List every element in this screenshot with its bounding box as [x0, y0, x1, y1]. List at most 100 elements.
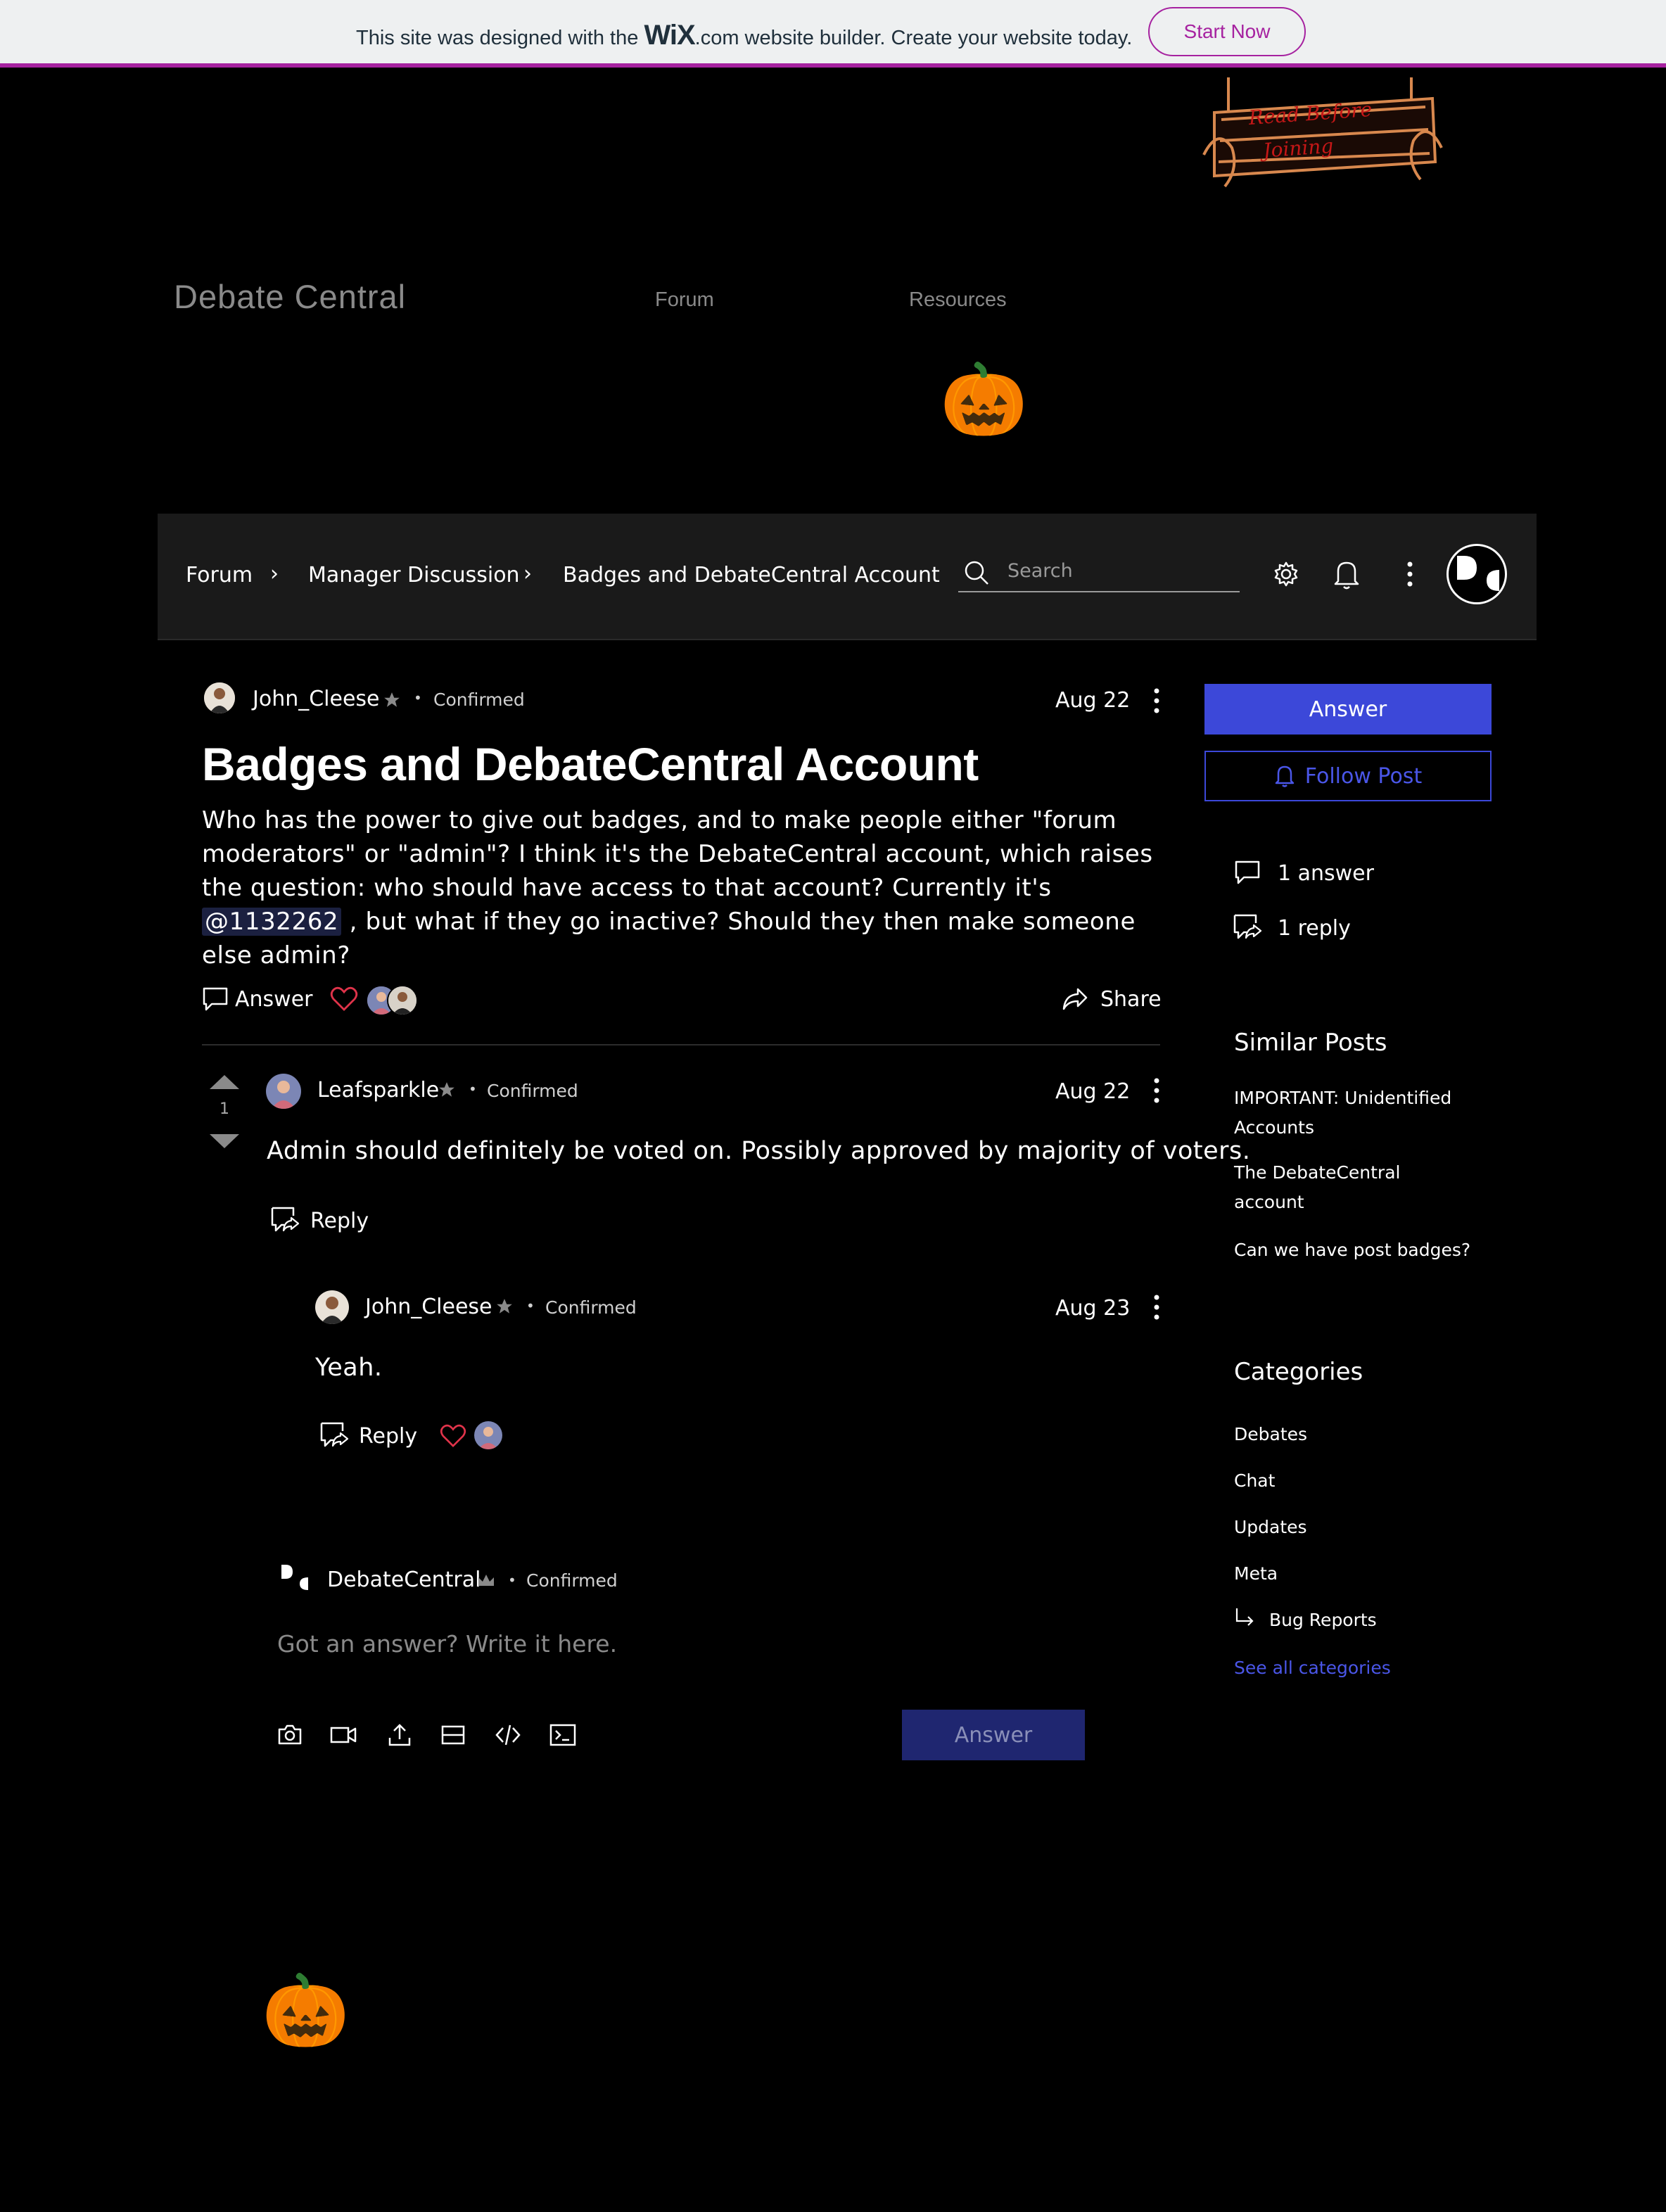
post-title: Badges and DebateCentral Account	[202, 738, 979, 790]
comment-icon[interactable]	[202, 986, 229, 1012]
similar-posts-heading: Similar Posts	[1234, 1029, 1387, 1057]
category-link[interactable]: Meta	[1234, 1559, 1473, 1589]
person-icon	[474, 1421, 502, 1449]
upvote-arrow-icon[interactable]	[208, 1074, 241, 1091]
breadcrumb-forum[interactable]: Forum	[186, 563, 253, 587]
bell-icon	[1275, 765, 1295, 787]
similar-post-link[interactable]: IMPORTANT: Unidentified Accounts	[1234, 1083, 1473, 1143]
person-icon	[266, 1074, 301, 1109]
reply-author-avatar[interactable]	[315, 1290, 349, 1324]
composer-author-name: DebateCentral	[327, 1568, 481, 1592]
site-title[interactable]: Debate Central	[174, 277, 406, 316]
bell-icon[interactable]	[1331, 557, 1362, 591]
liker-avatar[interactable]	[387, 985, 418, 1016]
share-action[interactable]: Share	[1100, 987, 1162, 1012]
post-answer-action[interactable]: Answer	[235, 987, 313, 1012]
category-link[interactable]: Debates	[1234, 1420, 1473, 1449]
post-author-status: Confirmed	[433, 689, 525, 710]
breadcrumb-chevron-icon: ›	[270, 561, 279, 586]
person-icon	[204, 682, 235, 713]
wix-promo-banner: This site was designed with the WiX.com …	[0, 0, 1666, 68]
search-input[interactable]	[1006, 556, 1234, 585]
subcategory-link[interactable]: Bug Reports	[1269, 1606, 1508, 1635]
answer-author-name[interactable]: Leafsparkle	[317, 1078, 439, 1102]
upload-icon[interactable]	[386, 1721, 414, 1749]
post-divider	[202, 1044, 1160, 1045]
search-box	[958, 553, 1240, 592]
code-block-icon[interactable]	[549, 1721, 577, 1749]
answer-more-options-icon[interactable]	[1150, 1076, 1164, 1105]
vote-count: 1	[220, 1100, 229, 1118]
star-badge-icon	[497, 1299, 512, 1314]
breadcrumb-current-post: Badges and DebateCentral Account	[563, 563, 940, 587]
forum-toolbar: Forum › Manager Discussion › Badges and …	[158, 514, 1537, 640]
downvote-arrow-icon[interactable]	[208, 1133, 241, 1150]
answer-date: Aug 22	[1055, 1079, 1131, 1104]
wix-logo: WiX	[644, 20, 695, 51]
comment-icon	[1235, 860, 1260, 884]
categories-heading: Categories	[1234, 1358, 1363, 1386]
post-author-name[interactable]: John_Cleese	[253, 687, 380, 711]
reply-reply-action[interactable]: Reply	[359, 1424, 417, 1449]
breadcrumb-manager-discussion[interactable]: Manager Discussion	[308, 563, 520, 587]
replies-count: 1 reply	[1278, 916, 1351, 941]
see-all-categories-link[interactable]: See all categories	[1234, 1658, 1391, 1678]
crown-icon	[478, 1575, 494, 1586]
reply-icon[interactable]	[270, 1206, 301, 1234]
post-date: Aug 22	[1055, 688, 1131, 713]
reply-more-options-icon[interactable]	[1150, 1293, 1164, 1321]
answer-author-status: Confirmed	[487, 1081, 578, 1101]
heart-icon[interactable]	[329, 986, 359, 1012]
person-icon	[388, 986, 416, 1015]
person-icon	[315, 1290, 349, 1324]
reply-text: Yeah.	[315, 1354, 383, 1382]
reply-icon[interactable]	[319, 1421, 350, 1449]
answer-reply-action[interactable]: Reply	[310, 1209, 369, 1233]
start-now-button[interactable]: Start Now	[1148, 7, 1306, 56]
answer-composer-input[interactable]	[276, 1625, 1053, 1662]
more-options-icon[interactable]	[1404, 560, 1416, 588]
answer-button[interactable]: Answer	[1204, 684, 1492, 735]
share-icon[interactable]	[1061, 985, 1089, 1013]
category-link[interactable]: Chat	[1234, 1466, 1473, 1496]
reply-date: Aug 23	[1055, 1296, 1131, 1321]
answer-text: Admin should definitely be voted on. Pos…	[267, 1137, 1251, 1165]
camera-icon[interactable]	[276, 1721, 304, 1749]
separator-dot: •	[469, 1081, 477, 1098]
code-icon[interactable]	[494, 1721, 522, 1749]
similar-post-link[interactable]: Can we have post badges?	[1234, 1235, 1473, 1265]
pumpkin-image: 🎃	[262, 1969, 350, 2052]
separator-dot: •	[508, 1572, 516, 1589]
post-body-text-end: , but what if they go inactive? Should t…	[202, 908, 1136, 970]
composer-author-status: Confirmed	[526, 1570, 618, 1591]
category-link[interactable]: Updates	[1234, 1513, 1473, 1542]
author-avatar[interactable]	[204, 682, 235, 713]
follow-post-button[interactable]: Follow Post	[1204, 751, 1492, 801]
star-badge-icon	[384, 692, 400, 707]
answers-count: 1 answer	[1278, 861, 1374, 886]
subcategory-arrow-icon	[1235, 1608, 1254, 1626]
follow-post-label: Follow Post	[1304, 763, 1423, 789]
wix-promo-text: This site was designed with the WiX.com …	[356, 20, 1132, 51]
reply-author-name[interactable]: John_Cleese	[365, 1295, 492, 1319]
reply-icon	[1233, 914, 1262, 939]
user-mention-link[interactable]: @1132262	[202, 908, 342, 936]
read-before-joining-sign-image[interactable]: Read Before Joining	[1200, 70, 1445, 197]
user-avatar[interactable]	[1446, 544, 1507, 604]
heart-icon[interactable]	[439, 1424, 467, 1448]
post-more-options-icon[interactable]	[1150, 687, 1164, 715]
submit-answer-button[interactable]: Answer	[902, 1710, 1085, 1760]
top-nav-forum[interactable]: Forum	[655, 288, 714, 312]
debatecentral-logo-icon	[1457, 556, 1499, 591]
answer-author-avatar[interactable]	[266, 1074, 301, 1109]
pumpkin-image: 🎃	[940, 358, 1028, 440]
gear-icon[interactable]	[1271, 559, 1302, 590]
separator-dot: •	[414, 689, 422, 706]
liker-avatar[interactable]	[474, 1421, 502, 1449]
wix-text-before: This site was designed with the	[356, 27, 644, 49]
similar-post-link[interactable]: The DebateCentral account	[1234, 1158, 1417, 1217]
wix-text-after: website builder. Create your website tod…	[739, 27, 1133, 49]
divider-icon[interactable]	[439, 1721, 467, 1749]
top-nav-resources[interactable]: Resources	[909, 288, 1007, 312]
video-icon[interactable]	[329, 1721, 357, 1749]
